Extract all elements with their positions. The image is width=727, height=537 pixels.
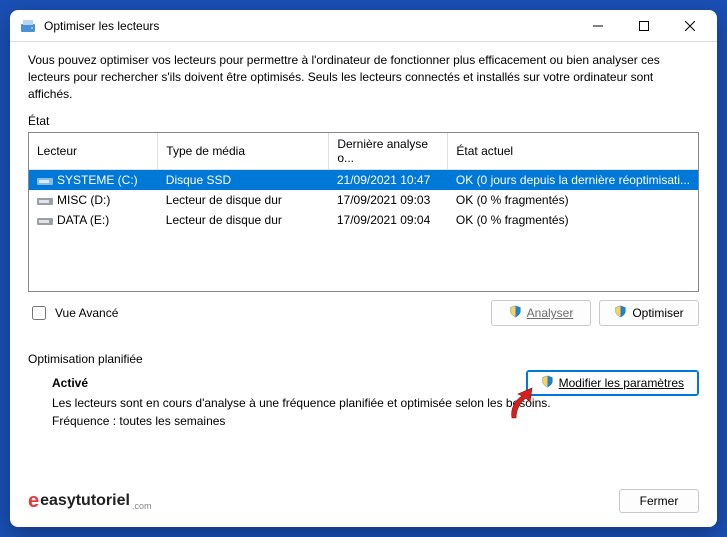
optimize-drives-window: Optimiser les lecteurs Vous pouvez optim…: [10, 10, 717, 527]
close-label: Fermer: [640, 494, 679, 508]
brand-name: easytutoriel: [40, 492, 130, 510]
col-current-state[interactable]: État actuel: [448, 133, 698, 170]
advanced-view-checkbox[interactable]: Vue Avancé: [28, 303, 118, 323]
drive-icon: [37, 175, 53, 187]
drive-icon: [37, 215, 53, 227]
shield-icon: [614, 305, 627, 321]
table-row[interactable]: MISC (D:)Lecteur de disque dur17/09/2021…: [29, 190, 698, 210]
col-last-analysis[interactable]: Dernière analyse o...: [329, 133, 448, 170]
analyze-label: Analyser: [527, 306, 574, 320]
optimize-label: Optimiser: [632, 306, 683, 320]
minimize-button[interactable]: [575, 11, 621, 41]
pointer-arrow-annotation: [502, 384, 542, 424]
scheduled-description: Les lecteurs sont en cours d'analyse à u…: [52, 396, 691, 410]
advanced-view-input[interactable]: [32, 306, 46, 320]
table-controls-row: Vue Avancé Analyser Optimiser: [28, 300, 699, 326]
scheduled-frequency: Fréquence : toutes les semaines: [52, 414, 691, 428]
table-row[interactable]: SYSTEME (C:)Disque SSD21/09/2021 10:47OK…: [29, 170, 698, 191]
modify-settings-button[interactable]: Modifier les paramètres: [526, 370, 699, 396]
content-area: Vous pouvez optimiser vos lecteurs pour …: [10, 42, 717, 483]
optimize-button[interactable]: Optimiser: [599, 300, 699, 326]
table-header-row[interactable]: Lecteur Type de média Dernière analyse o…: [29, 133, 698, 170]
shield-icon: [541, 375, 554, 391]
col-media-type[interactable]: Type de média: [158, 133, 329, 170]
scheduled-optimization-box: Activé Les lecteurs sont en cours d'anal…: [28, 374, 699, 432]
modify-settings-label: Modifier les paramètres: [559, 376, 684, 390]
advanced-view-label: Vue Avancé: [55, 306, 118, 320]
table-row[interactable]: DATA (E:)Lecteur de disque dur17/09/2021…: [29, 210, 698, 230]
scheduled-optimization-label: Optimisation planifiée: [28, 352, 699, 366]
analyze-button[interactable]: Analyser: [491, 300, 591, 326]
brand-suffix: .com: [132, 501, 152, 511]
description-text: Vous pouvez optimiser vos lecteurs pour …: [28, 52, 699, 102]
drive-icon: [37, 195, 53, 207]
drives-table[interactable]: Lecteur Type de média Dernière analyse o…: [28, 132, 699, 292]
col-drive[interactable]: Lecteur: [29, 133, 158, 170]
state-label: État: [28, 114, 699, 128]
brand-logo: e easytutoriel .com: [28, 490, 151, 513]
window-title: Optimiser les lecteurs: [44, 19, 575, 33]
shield-icon: [509, 305, 522, 321]
close-button[interactable]: [667, 11, 713, 41]
close-dialog-button[interactable]: Fermer: [619, 489, 699, 513]
maximize-button[interactable]: [621, 11, 667, 41]
brand-prefix: e: [28, 490, 39, 513]
titlebar: Optimiser les lecteurs: [10, 10, 717, 42]
app-icon: [20, 18, 36, 34]
footer: e easytutoriel .com Fermer: [10, 483, 717, 527]
